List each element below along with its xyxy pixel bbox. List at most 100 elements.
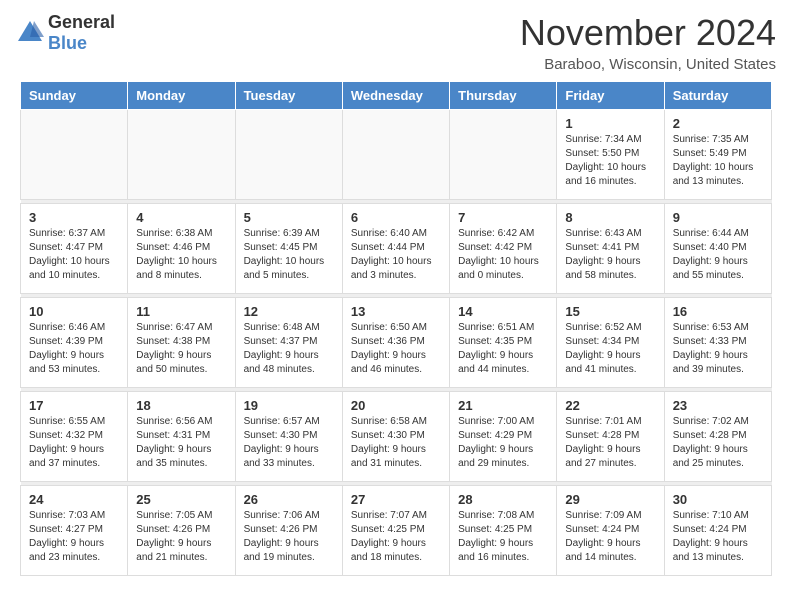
day-info: Sunrise: 7:10 AM Sunset: 4:24 PM Dayligh… xyxy=(673,509,763,565)
day-info: Sunrise: 6:53 AM Sunset: 4:33 PM Dayligh… xyxy=(673,321,763,377)
day-number: 5 xyxy=(244,210,334,225)
day-cell: 30 Sunrise: 7:10 AM Sunset: 4:24 PM Dayli… xyxy=(664,486,771,576)
day-info: Sunrise: 6:39 AM Sunset: 4:45 PM Dayligh… xyxy=(244,227,334,283)
day-number: 22 xyxy=(565,398,655,413)
day-number: 23 xyxy=(673,398,763,413)
day-cell: 25 Sunrise: 7:05 AM Sunset: 4:26 PM Dayli… xyxy=(128,486,235,576)
logo: General Blue xyxy=(16,12,115,54)
day-number: 24 xyxy=(29,492,119,507)
header-wednesday: Wednesday xyxy=(342,82,449,110)
day-number: 20 xyxy=(351,398,441,413)
logo-icon xyxy=(16,19,44,47)
day-number: 25 xyxy=(136,492,226,507)
day-cell: 13Sunrise: 6:50 AM Sunset: 4:36 PM Dayli… xyxy=(342,298,449,388)
header-row: Sunday Monday Tuesday Wednesday Thursday… xyxy=(21,82,772,110)
header-friday: Friday xyxy=(557,82,664,110)
day-cell: 2 Sunrise: 7:35 AM Sunset: 5:49 PM Daylig… xyxy=(664,110,771,200)
day-number: 9 xyxy=(673,210,763,225)
logo-text: General Blue xyxy=(48,12,115,54)
day-cell: 17Sunrise: 6:55 AM Sunset: 4:32 PM Dayli… xyxy=(21,392,128,482)
day-cell: 1Sunrise: 7:34 AM Sunset: 5:50 PM Daylig… xyxy=(557,110,664,200)
day-number: 19 xyxy=(244,398,334,413)
day-number: 28 xyxy=(458,492,548,507)
day-info: Sunrise: 6:38 AM Sunset: 4:46 PM Dayligh… xyxy=(136,227,226,283)
day-cell: 12 Sunrise: 6:48 AM Sunset: 4:37 PM Dayli… xyxy=(235,298,342,388)
day-number: 8 xyxy=(565,210,655,225)
header-sunday: Sunday xyxy=(21,82,128,110)
day-number: 2 xyxy=(673,116,763,131)
day-info: Sunrise: 7:09 AM Sunset: 4:24 PM Dayligh… xyxy=(565,509,655,565)
day-cell: 14Sunrise: 6:51 AM Sunset: 4:35 PM Dayli… xyxy=(450,298,557,388)
day-cell: 22 Sunrise: 7:01 AM Sunset: 4:28 PM Dayli… xyxy=(557,392,664,482)
calendar-week-2: 3Sunrise: 6:37 AM Sunset: 4:47 PM Daylig… xyxy=(21,204,772,294)
day-cell: 6 Sunrise: 6:40 AM Sunset: 4:44 PM Daylig… xyxy=(342,204,449,294)
calendar-table: Sunday Monday Tuesday Wednesday Thursday… xyxy=(20,81,772,576)
calendar-week-1: 1Sunrise: 7:34 AM Sunset: 5:50 PM Daylig… xyxy=(21,110,772,200)
day-cell: 11 Sunrise: 6:47 AM Sunset: 4:38 PM Dayli… xyxy=(128,298,235,388)
day-cell: 16 Sunrise: 6:53 AM Sunset: 4:33 PM Dayli… xyxy=(664,298,771,388)
day-number: 27 xyxy=(351,492,441,507)
logo-blue: Blue xyxy=(48,33,115,54)
day-info: Sunrise: 7:08 AM Sunset: 4:25 PM Dayligh… xyxy=(458,509,548,565)
day-cell: 7Sunrise: 6:42 AM Sunset: 4:42 PM Daylig… xyxy=(450,204,557,294)
logo-general: General xyxy=(48,12,115,33)
day-number: 11 xyxy=(136,304,226,319)
header-thursday: Thursday xyxy=(450,82,557,110)
day-info: Sunrise: 6:44 AM Sunset: 4:40 PM Dayligh… xyxy=(673,227,763,283)
day-cell: 10Sunrise: 6:46 AM Sunset: 4:39 PM Dayli… xyxy=(21,298,128,388)
day-cell: 20Sunrise: 6:58 AM Sunset: 4:30 PM Dayli… xyxy=(342,392,449,482)
day-number: 26 xyxy=(244,492,334,507)
calendar-header: Sunday Monday Tuesday Wednesday Thursday… xyxy=(21,82,772,110)
day-number: 18 xyxy=(136,398,226,413)
day-number: 30 xyxy=(673,492,763,507)
day-info: Sunrise: 7:00 AM Sunset: 4:29 PM Dayligh… xyxy=(458,415,548,471)
day-cell: 28 Sunrise: 7:08 AM Sunset: 4:25 PM Dayli… xyxy=(450,486,557,576)
day-number: 29 xyxy=(565,492,655,507)
day-cell: 29 Sunrise: 7:09 AM Sunset: 4:24 PM Dayli… xyxy=(557,486,664,576)
calendar-week-4: 17Sunrise: 6:55 AM Sunset: 4:32 PM Dayli… xyxy=(21,392,772,482)
day-info: Sunrise: 6:37 AM Sunset: 4:47 PM Dayligh… xyxy=(29,227,119,283)
day-number: 4 xyxy=(136,210,226,225)
day-cell: 18 Sunrise: 6:56 AM Sunset: 4:31 PM Dayli… xyxy=(128,392,235,482)
day-cell: 15 Sunrise: 6:52 AM Sunset: 4:34 PM Dayli… xyxy=(557,298,664,388)
day-cell xyxy=(128,110,235,200)
day-cell: 5 Sunrise: 6:39 AM Sunset: 4:45 PM Daylig… xyxy=(235,204,342,294)
day-info: Sunrise: 6:47 AM Sunset: 4:38 PM Dayligh… xyxy=(136,321,226,377)
day-number: 6 xyxy=(351,210,441,225)
day-cell xyxy=(450,110,557,200)
day-info: Sunrise: 7:05 AM Sunset: 4:26 PM Dayligh… xyxy=(136,509,226,565)
day-cell: 4 Sunrise: 6:38 AM Sunset: 4:46 PM Daylig… xyxy=(128,204,235,294)
day-info: Sunrise: 7:01 AM Sunset: 4:28 PM Dayligh… xyxy=(565,415,655,471)
day-info: Sunrise: 6:52 AM Sunset: 4:34 PM Dayligh… xyxy=(565,321,655,377)
day-number: 7 xyxy=(458,210,548,225)
calendar-week-3: 10Sunrise: 6:46 AM Sunset: 4:39 PM Dayli… xyxy=(21,298,772,388)
day-number: 15 xyxy=(565,304,655,319)
calendar-week-5: 24 Sunrise: 7:03 AM Sunset: 4:27 PM Dayli… xyxy=(21,486,772,576)
day-info: Sunrise: 6:55 AM Sunset: 4:32 PM Dayligh… xyxy=(29,415,119,471)
day-info: Sunrise: 6:48 AM Sunset: 4:37 PM Dayligh… xyxy=(244,321,334,377)
day-info: Sunrise: 6:40 AM Sunset: 4:44 PM Dayligh… xyxy=(351,227,441,283)
day-number: 12 xyxy=(244,304,334,319)
day-number: 13 xyxy=(351,304,441,319)
day-info: Sunrise: 7:03 AM Sunset: 4:27 PM Dayligh… xyxy=(29,509,119,565)
header-tuesday: Tuesday xyxy=(235,82,342,110)
day-cell: 26 Sunrise: 7:06 AM Sunset: 4:26 PM Dayli… xyxy=(235,486,342,576)
page-container: General Blue November 2024 Baraboo, Wisc… xyxy=(0,0,792,586)
day-number: 10 xyxy=(29,304,119,319)
day-cell xyxy=(21,110,128,200)
day-info: Sunrise: 7:06 AM Sunset: 4:26 PM Dayligh… xyxy=(244,509,334,565)
day-info: Sunrise: 6:51 AM Sunset: 4:35 PM Dayligh… xyxy=(458,321,548,377)
day-cell: 21 Sunrise: 7:00 AM Sunset: 4:29 PM Dayli… xyxy=(450,392,557,482)
day-info: Sunrise: 7:34 AM Sunset: 5:50 PM Dayligh… xyxy=(565,133,655,189)
day-number: 21 xyxy=(458,398,548,413)
calendar-body: 1Sunrise: 7:34 AM Sunset: 5:50 PM Daylig… xyxy=(21,110,772,576)
day-number: 16 xyxy=(673,304,763,319)
day-info: Sunrise: 6:56 AM Sunset: 4:31 PM Dayligh… xyxy=(136,415,226,471)
day-cell xyxy=(235,110,342,200)
day-cell: 23Sunrise: 7:02 AM Sunset: 4:28 PM Dayli… xyxy=(664,392,771,482)
page-header: General Blue November 2024 Baraboo, Wisc… xyxy=(0,0,792,81)
day-cell: 9 Sunrise: 6:44 AM Sunset: 4:40 PM Daylig… xyxy=(664,204,771,294)
header-monday: Monday xyxy=(128,82,235,110)
month-title: November 2024 xyxy=(520,12,776,54)
day-info: Sunrise: 7:35 AM Sunset: 5:49 PM Dayligh… xyxy=(673,133,763,189)
